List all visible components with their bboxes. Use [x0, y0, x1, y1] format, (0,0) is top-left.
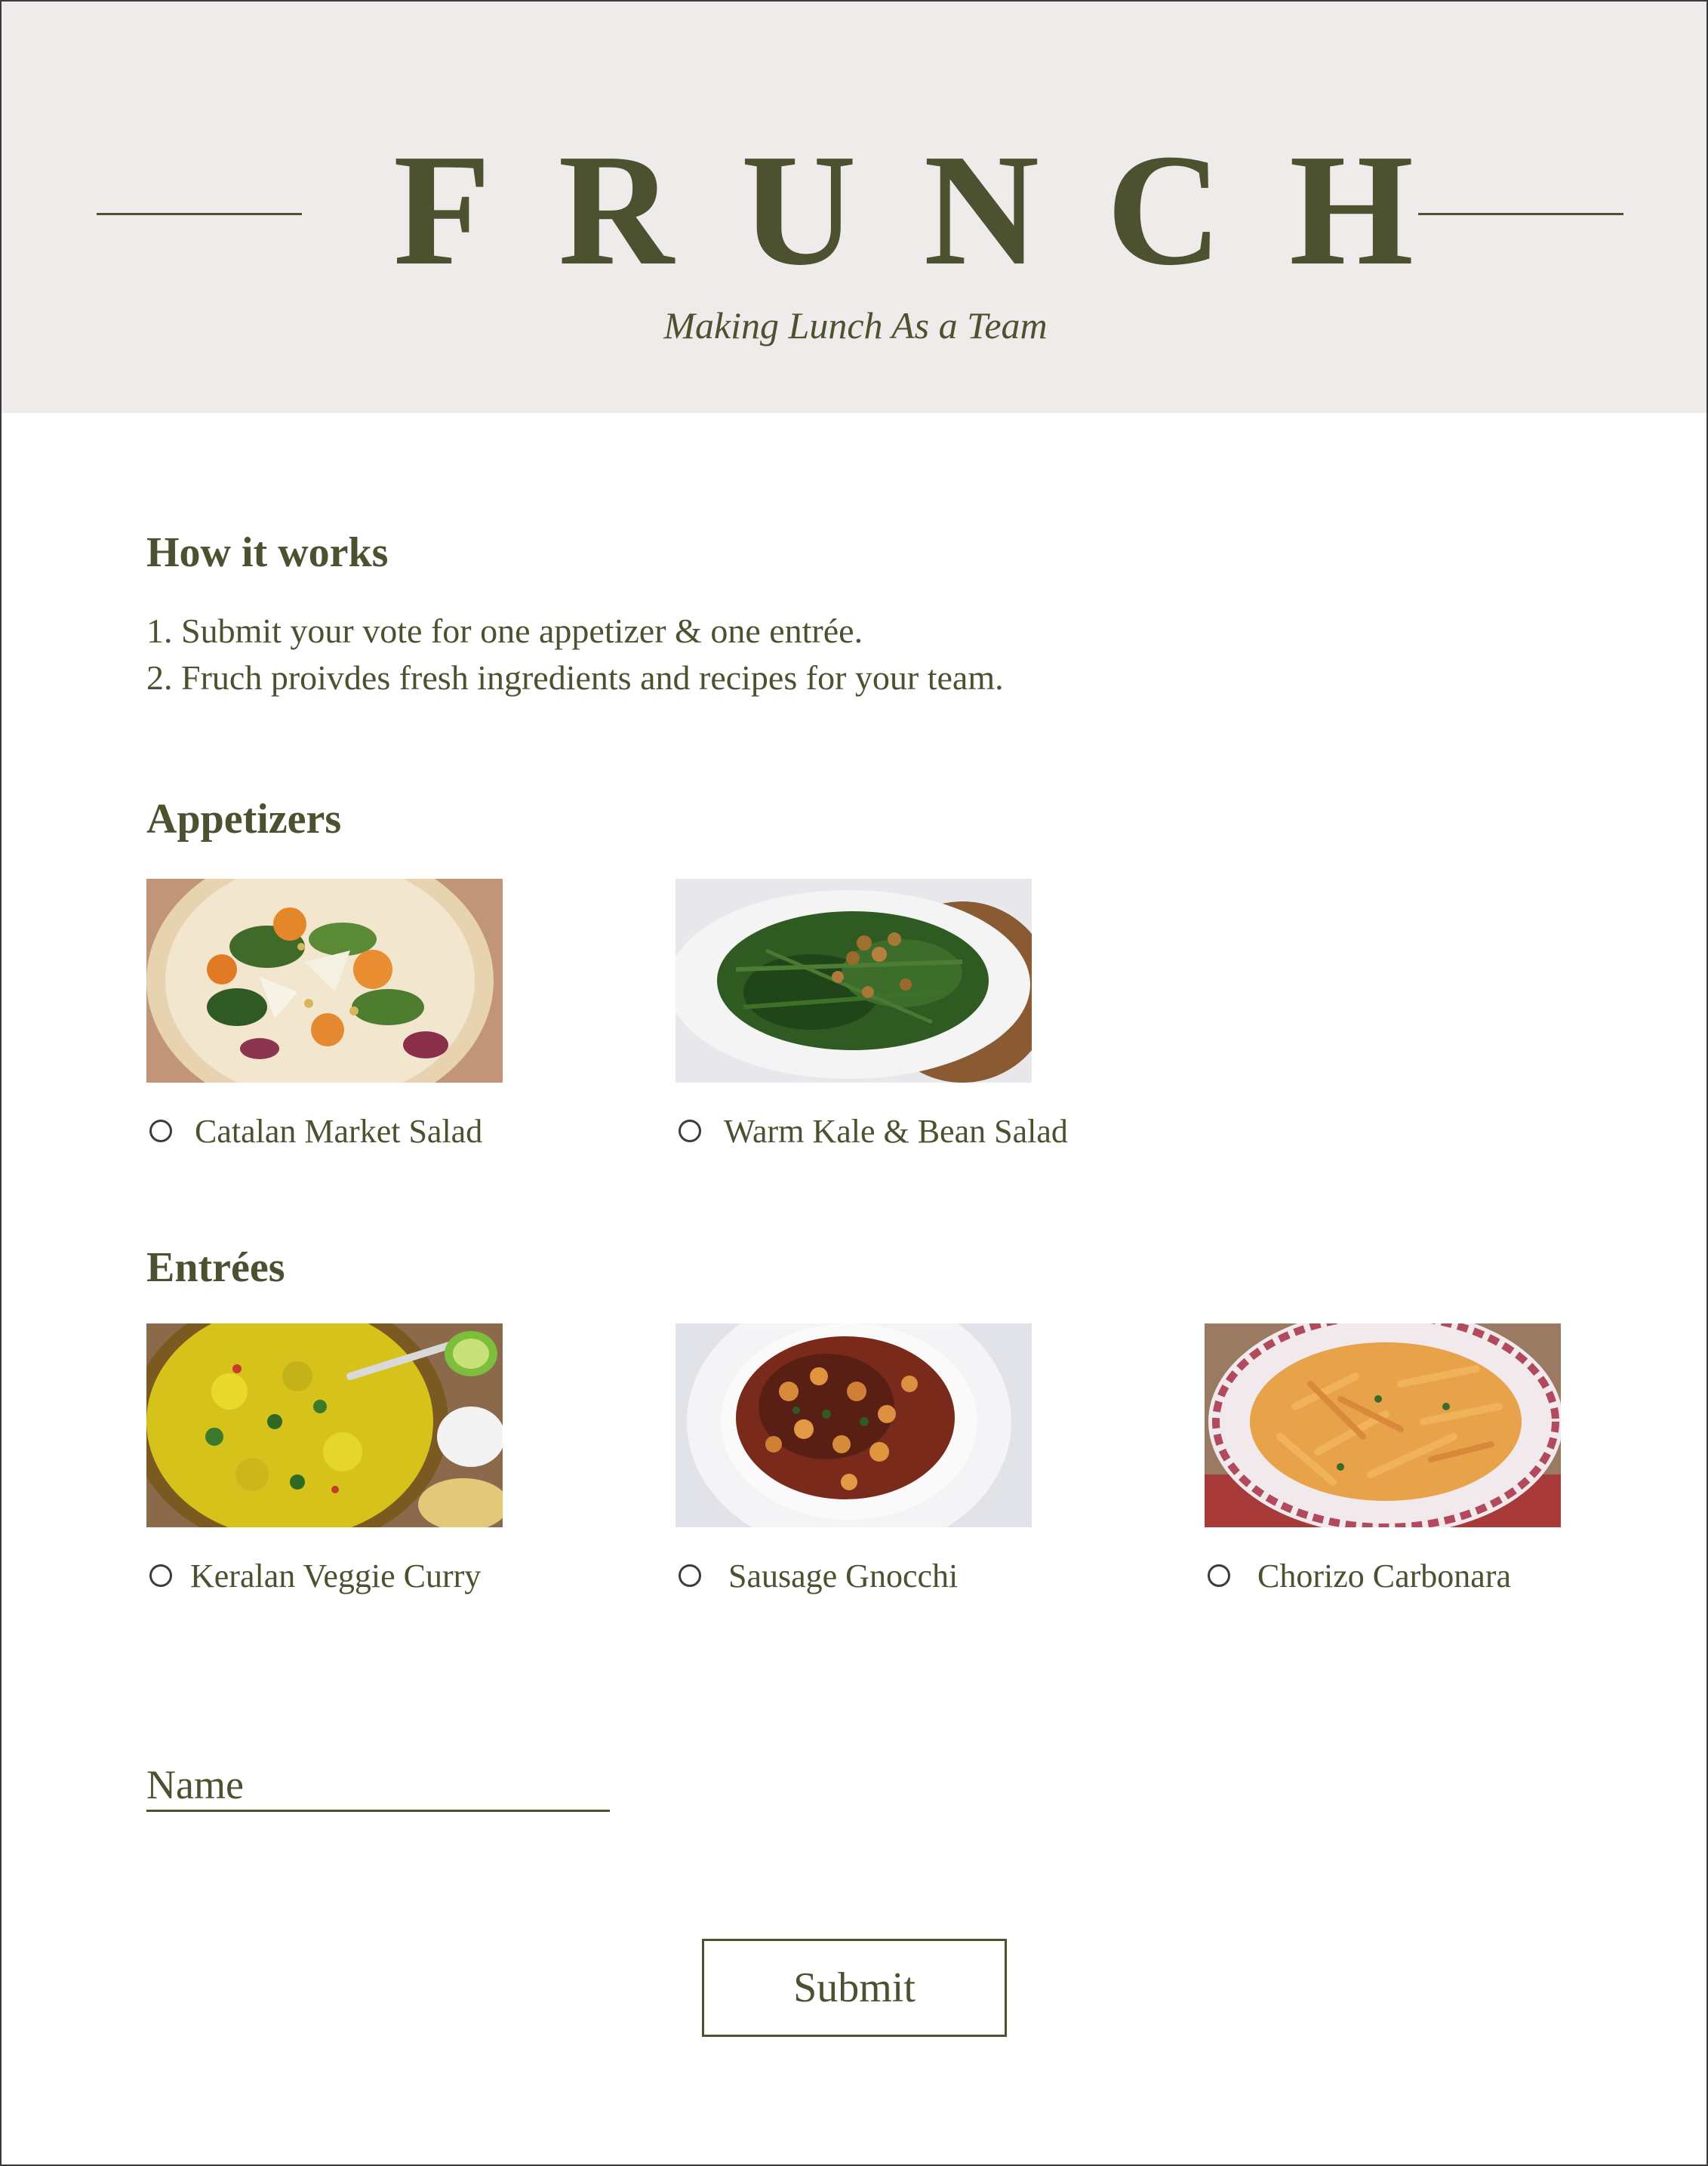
catalan-salad-photo	[146, 879, 503, 1083]
option-label: Chorizo Carbonara	[1257, 1557, 1511, 1594]
entrees-heading: Entrées	[146, 1244, 285, 1291]
dish-card-chorizo-carbonara: Chorizo Carbonara	[1205, 1323, 1561, 1594]
dish-card-catalan-salad: Catalan Market Salad	[146, 879, 503, 1150]
tagline: Making Lunch As a Team	[663, 304, 1048, 347]
brand-rule-left	[97, 213, 302, 215]
header-banner: FRUNCH Making Lunch As a Team	[2, 2, 1706, 413]
option-label: Catalan Market Salad	[195, 1112, 483, 1150]
entree-option-gnocchi[interactable]: Sausage Gnocchi	[679, 1553, 958, 1598]
radio-button[interactable]	[149, 1564, 172, 1587]
sausage-gnocchi-photo	[676, 1323, 1032, 1527]
chorizo-carbonara-photo	[1205, 1323, 1561, 1527]
submit-button[interactable]: Submit	[702, 1939, 1007, 2037]
radio-button[interactable]	[1208, 1564, 1230, 1587]
steps-list: 1. Submit your vote for one appetizer & …	[146, 608, 1004, 701]
brand-logo: FRUNCH	[393, 121, 1482, 298]
dish-card-keralan-curry: Keralan Veggie Curry	[146, 1323, 503, 1594]
how-it-works-heading: How it works	[146, 529, 389, 576]
step-item: 2. Fruch proivdes fresh ingredients and …	[146, 658, 1004, 697]
dish-card-sausage-gnocchi: Sausage Gnocchi	[676, 1323, 1032, 1594]
dish-card-kale-bean-salad: Warm Kale & Bean Salad	[676, 879, 1068, 1150]
entree-option-carbonara[interactable]: Chorizo Carbonara	[1208, 1553, 1511, 1598]
radio-button[interactable]	[679, 1564, 701, 1587]
option-label: Warm Kale & Bean Salad	[724, 1112, 1068, 1150]
option-label: Sausage Gnocchi	[728, 1557, 959, 1594]
step-item: 1. Submit your vote for one appetizer & …	[146, 612, 863, 650]
appetizer-option-kale-bean[interactable]: Warm Kale & Bean Salad	[679, 1108, 1068, 1154]
radio-button[interactable]	[149, 1120, 172, 1142]
radio-button[interactable]	[679, 1120, 701, 1142]
kale-bean-salad-photo	[676, 879, 1032, 1083]
brand-rule-right	[1418, 213, 1623, 215]
entree-option-keralan[interactable]: Keralan Veggie Curry	[149, 1553, 481, 1598]
name-input[interactable]	[146, 1759, 610, 1812]
appetizers-heading: Appetizers	[146, 796, 342, 843]
appetizer-option-catalan[interactable]: Catalan Market Salad	[149, 1108, 482, 1154]
option-label: Keralan Veggie Curry	[190, 1557, 482, 1594]
keralan-curry-photo	[146, 1323, 503, 1527]
